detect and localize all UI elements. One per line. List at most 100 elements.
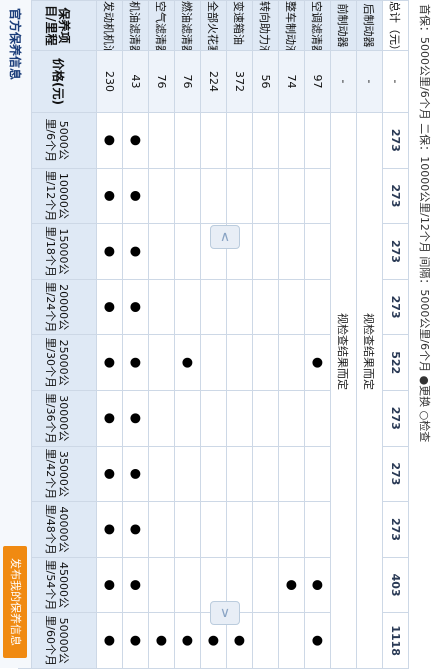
replace-mark: ● xyxy=(148,612,175,669)
title-bar: 官方保养信息 发布我的保养信息 xyxy=(0,0,32,668)
chevron-up-icon[interactable]: ∧ xyxy=(210,225,240,249)
item-name: 转向助力液 xyxy=(252,0,279,51)
legend: 首保：5000公里/6个月 二保：10000公里/12个月 间隔：5000公里/… xyxy=(418,4,431,443)
replace-mark xyxy=(304,501,331,558)
item-note: 视检查结果而定 xyxy=(330,112,357,669)
item-price: - xyxy=(330,50,357,113)
replace-mark xyxy=(304,446,331,502)
replace-mark: ● xyxy=(174,334,201,391)
replace-mark: ● xyxy=(96,223,123,280)
replace-mark xyxy=(252,112,279,169)
replace-mark xyxy=(252,334,279,391)
replace-mark xyxy=(252,612,279,669)
replace-mark xyxy=(226,112,253,169)
replace-mark xyxy=(278,390,305,447)
totals-value: 273 xyxy=(382,223,409,280)
replace-mark: ● xyxy=(96,334,123,391)
publish-maintenance-button[interactable]: 发布我的保养信息 xyxy=(3,546,27,658)
item-price: 43 xyxy=(122,50,149,113)
replace-mark xyxy=(200,112,227,169)
item-name: 全部火花塞 xyxy=(200,0,227,51)
maintenance-table-wrap: 总计（元） -273 273 273 273 522 273 273 273 403 1118 后制动… xyxy=(4,0,409,669)
replace-mark xyxy=(278,612,305,669)
item-name: 发动机机油 xyxy=(96,0,123,51)
replace-mark xyxy=(148,390,175,447)
replace-mark xyxy=(200,446,227,502)
replace-mark: ● xyxy=(122,557,149,613)
replace-mark xyxy=(174,112,201,169)
replace-mark: ● xyxy=(122,334,149,391)
totals-value: 403 xyxy=(382,557,409,613)
item-name: 机油滤清器 xyxy=(122,0,149,51)
table-row: 转向助力液 56 xyxy=(252,0,279,669)
replace-mark xyxy=(226,390,253,447)
totals-value: 1118 xyxy=(382,612,409,669)
replace-mark xyxy=(148,557,175,613)
replace-mark: ● xyxy=(96,446,123,502)
replace-mark xyxy=(278,501,305,558)
table-row: 变速箱油（MT） 372 ● xyxy=(226,0,253,669)
replace-mark xyxy=(174,501,201,558)
table-row: 空气滤清器 76 ● xyxy=(148,0,175,669)
replace-mark xyxy=(148,334,175,391)
item-price: - xyxy=(356,50,383,113)
replace-mark: ● xyxy=(122,501,149,558)
totals-value: 273 xyxy=(382,446,409,502)
replace-mark xyxy=(252,390,279,447)
totals-value: 273 xyxy=(382,112,409,169)
replace-mark xyxy=(200,334,227,391)
totals-value: 273 xyxy=(382,168,409,224)
totals-row: 总计（元） -273 273 273 273 522 273 273 273 403 1118 xyxy=(382,0,409,669)
replace-mark xyxy=(174,390,201,447)
replace-mark xyxy=(278,334,305,391)
item-price: 76 xyxy=(148,50,175,113)
table-row: 空调滤清器 97 ● ● ● xyxy=(304,0,331,669)
replace-mark xyxy=(174,557,201,613)
replace-mark xyxy=(278,223,305,280)
replace-mark xyxy=(252,168,279,224)
replace-mark xyxy=(200,501,227,558)
totals-price: - xyxy=(382,50,409,113)
replace-mark: ● xyxy=(122,446,149,502)
maintenance-table: 总计（元） -273 273 273 273 522 273 273 273 403 1118 后制动… xyxy=(18,0,409,669)
totals-value: 273 xyxy=(382,390,409,447)
replace-mark xyxy=(148,223,175,280)
replace-mark: ● xyxy=(96,501,123,558)
item-name: 空调滤清器 xyxy=(304,0,331,51)
replace-mark xyxy=(304,112,331,169)
page-title: 官方保养信息 xyxy=(8,8,22,81)
item-price: 56 xyxy=(252,50,279,113)
item-name: 变速箱油（MT） xyxy=(226,0,253,51)
table-row: 燃油滤清器 76 ● ● xyxy=(174,0,201,669)
item-price: 372 xyxy=(226,50,253,113)
replace-mark xyxy=(252,223,279,280)
totals-value: 273 xyxy=(382,501,409,558)
table-row: 机油滤清器 43 ● ● ● ● ● ● ● ● ● ● xyxy=(122,0,149,669)
replace-mark: ● xyxy=(122,112,149,169)
replace-mark xyxy=(278,446,305,502)
item-price: 76 xyxy=(174,50,201,113)
replace-mark xyxy=(148,168,175,224)
table-row: 发动机机油 230 ● ● ● ● ● ● ● ● ● ● xyxy=(96,0,123,669)
replace-mark: ● xyxy=(122,390,149,447)
replace-mark xyxy=(200,168,227,224)
replace-mark: ● xyxy=(96,168,123,224)
replace-mark xyxy=(226,446,253,502)
replace-mark xyxy=(174,168,201,224)
item-name: 空气滤清器 xyxy=(148,0,175,51)
item-price: 224 xyxy=(200,50,227,113)
replace-mark: ● xyxy=(96,390,123,447)
replace-mark xyxy=(200,390,227,447)
replace-mark: ● xyxy=(122,168,149,224)
replace-mark: ● xyxy=(278,557,305,613)
replace-mark xyxy=(226,501,253,558)
replace-mark xyxy=(252,279,279,335)
totals-label: 总计（元） xyxy=(382,0,409,51)
replace-mark xyxy=(252,501,279,558)
chevron-down-icon[interactable]: ∨ xyxy=(210,601,240,625)
replace-mark: ● xyxy=(122,279,149,335)
rotated-page: 首保：5000公里/6个月 二保：10000公里/12个月 间隔：5000公里/… xyxy=(0,0,439,669)
item-price: 74 xyxy=(278,50,305,113)
replace-mark xyxy=(304,168,331,224)
replace-mark xyxy=(304,279,331,335)
